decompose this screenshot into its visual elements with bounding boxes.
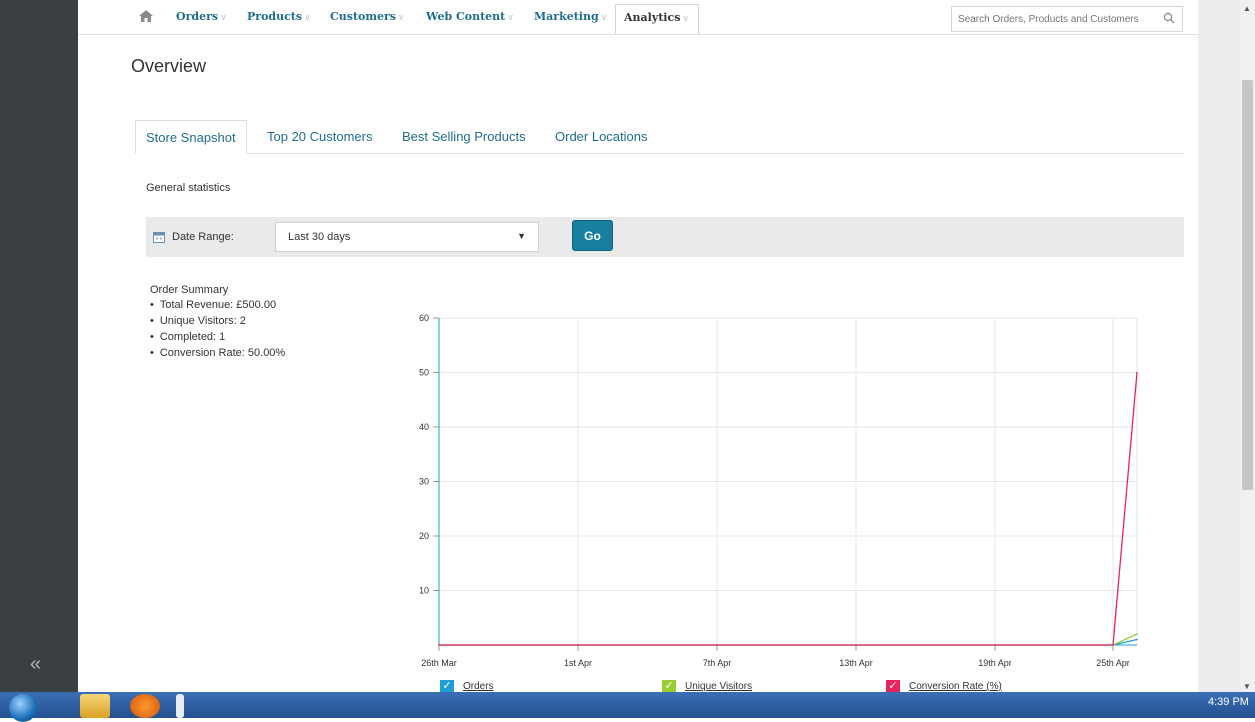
data-point [855, 644, 857, 646]
chevron-down-icon: ∨ [398, 13, 405, 23]
data-point [1112, 644, 1114, 646]
data-point [716, 644, 718, 646]
y-tick-label: 50 [419, 368, 429, 378]
summary-completed: Completed: 1 [150, 329, 285, 345]
data-point [994, 644, 996, 646]
date-filter-bar: Date Range: Last 30 days ▼ Go [146, 217, 1184, 257]
nav-orders[interactable]: Orders ∨ [176, 10, 227, 23]
x-tick-label: 7th Apr [703, 658, 732, 668]
search-box [951, 6, 1183, 32]
data-point [855, 644, 857, 646]
nav-products[interactable]: Products ∨ [247, 10, 311, 23]
tab-best-selling-products[interactable]: Best Selling Products [402, 120, 526, 153]
dropdown-arrow-icon: ▼ [517, 231, 526, 241]
section-heading: General statistics [146, 182, 231, 194]
x-tick-label: 19th Apr [978, 658, 1012, 668]
tab-top-20-customers[interactable]: Top 20 Customers [267, 120, 373, 153]
y-tick-label: 60 [419, 313, 429, 323]
chevron-down-icon: ∨ [220, 13, 227, 23]
go-button[interactable]: Go [572, 220, 613, 251]
system-clock: 4:39 PM [1208, 696, 1249, 708]
data-point [1136, 371, 1138, 374]
summary-total-revenue: Total Revenue: £500.00 [150, 297, 285, 313]
data-point [1136, 638, 1138, 641]
top-navigation: Orders ∨ Products ∨ Customers ∨ Web Content… [78, 0, 1198, 35]
calendar-icon [153, 232, 165, 243]
scroll-up-icon[interactable]: ▲ [1243, 4, 1251, 13]
scroll-thumb[interactable] [1242, 80, 1253, 490]
data-point [855, 644, 857, 646]
windows-taskbar [0, 692, 1255, 718]
nav-products-label: Products [247, 10, 303, 23]
nav-orders-label: Orders [176, 10, 219, 23]
y-tick-label: 40 [419, 422, 429, 432]
search-input[interactable] [952, 8, 1158, 30]
tab-bar: Store Snapshot Top 20 Customers Best Sel… [135, 120, 1184, 154]
y-tick-label: 30 [419, 477, 429, 487]
search-icon[interactable] [1163, 12, 1175, 24]
nav-web-content-label: Web Content [426, 10, 506, 23]
data-point [438, 644, 440, 646]
order-summary-list: Total Revenue: £500.00 Unique Visitors: … [150, 297, 285, 361]
data-point [577, 644, 579, 646]
nav-marketing[interactable]: Marketing ∨ [534, 10, 607, 23]
y-tick-label: 10 [419, 586, 429, 596]
data-point [994, 644, 996, 646]
data-point [716, 644, 718, 646]
data-point [577, 644, 579, 646]
legend-orders-label: Orders [463, 681, 494, 693]
summary-unique-visitors: Unique Visitors: 2 [150, 313, 285, 329]
data-point [577, 644, 579, 646]
data-point [994, 644, 996, 646]
left-sidebar [0, 0, 78, 692]
taskbar-window-button[interactable] [176, 694, 184, 718]
tab-order-locations[interactable]: Order Locations [555, 120, 648, 153]
series-line-2 [439, 372, 1138, 646]
right-gutter [1198, 0, 1240, 692]
data-point [716, 644, 718, 646]
x-tick-label: 25th Apr [1096, 658, 1130, 668]
nav-customers-label: Customers [330, 10, 396, 23]
data-point [438, 644, 440, 646]
nav-analytics-label: Analytics [624, 11, 681, 24]
data-point [1112, 644, 1114, 646]
y-tick-label: 20 [419, 531, 429, 541]
collapse-sidebar-icon[interactable]: « [30, 654, 41, 674]
legend-conversion-rate-label: Conversion Rate (%) [909, 681, 1002, 693]
scroll-down-icon[interactable]: ▼ [1243, 682, 1251, 691]
data-point [1112, 644, 1114, 646]
date-range-label: Date Range: [172, 231, 234, 243]
x-tick-label: 13th Apr [839, 658, 873, 668]
date-range-value: Last 30 days [288, 231, 351, 243]
tab-store-snapshot[interactable]: Store Snapshot [135, 120, 247, 154]
data-point [438, 644, 440, 646]
date-range-select[interactable]: Last 30 days ▼ [275, 222, 539, 252]
firefox-icon[interactable] [130, 694, 160, 718]
data-point [1136, 633, 1138, 635]
nav-web-content[interactable]: Web Content ∨ [426, 10, 514, 23]
nav-marketing-label: Marketing [534, 10, 599, 23]
chevron-down-icon: ∨ [304, 13, 311, 23]
order-summary: Order Summary Total Revenue: £500.00 Uni… [150, 284, 285, 361]
mail-app-icon[interactable] [80, 694, 110, 718]
x-tick-label: 1st Apr [564, 658, 592, 668]
chevron-down-icon: ∨ [600, 13, 608, 23]
chevron-down-icon: ∨ [682, 14, 689, 24]
summary-conversion-rate: Conversion Rate: 50.00% [150, 345, 285, 361]
order-summary-title: Order Summary [150, 284, 229, 296]
series-line-0 [439, 638, 1138, 646]
nav-analytics[interactable]: Analytics ∨ [615, 4, 699, 34]
legend-unique-visitors-label: Unique Visitors [685, 681, 753, 693]
series-line-1 [439, 633, 1138, 646]
home-icon[interactable] [138, 9, 154, 23]
page-title: Overview [131, 56, 207, 76]
nav-customers[interactable]: Customers ∨ [330, 10, 405, 23]
x-tick-label: 26th Mar [421, 658, 457, 668]
chevron-down-icon: ∨ [507, 13, 514, 23]
